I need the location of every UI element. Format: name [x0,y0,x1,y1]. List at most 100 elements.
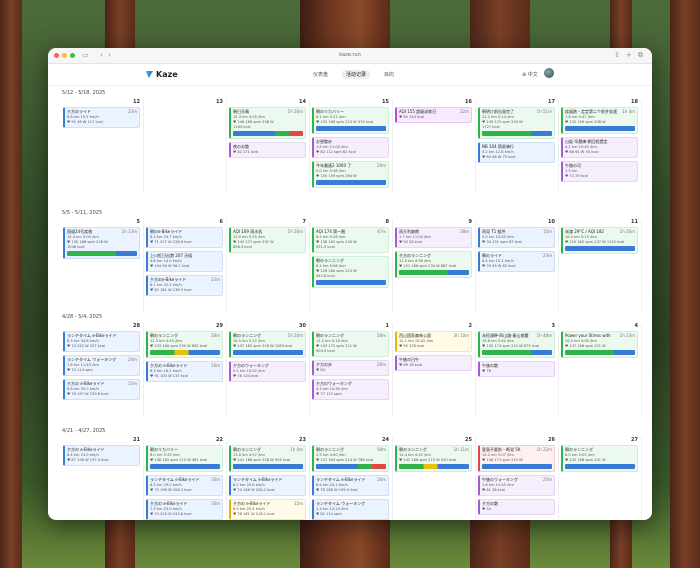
day-cell[interactable]: 17 朝明け前出発完了 1h 51m 21.2 km 5:14 /km ♥ 139 17… [476,99,559,192]
day-cell[interactable]: 12 夕方のライド 23m 8.8 km 15.5 km/h ♥ 91 46 W 117… [61,99,144,192]
activity-card[interactable]: 午後のウォーキング 25m 1.8 km 10:45 /km ♥ 81 38 kcal [478,475,555,496]
activity-card[interactable]: 朝のリカバリー 6.1 km 5:21 /km ♥ 135 166 spm 223 … [312,107,389,134]
nav-activities[interactable]: 活动记录 [342,70,371,79]
day-cell[interactable]: 8 AQI 174 第一階 47m 8.5 km 5:26 /km ♥ 138 162 … [310,219,393,312]
day-cell[interactable]: 25 朝のランニング 1h 11m 14.4 km 4:52 /km ♥ 142 166… [393,437,476,520]
day-cell[interactable]: 18 疾風跑・定定第二个前并务速 1h 4m 7.8 km 5:47 /km ♥ 132… [559,99,642,192]
day-cell[interactable]: 30 朝のランニング 1h 20m 16.5 km 5:12 /km ♥ 147 182… [227,323,310,416]
activity-card[interactable]: 永恒湖畔·四山路·秦山南麓 1h 48m 15.6 km 5:42 /km ♥ 135… [478,331,555,358]
day-cell[interactable]: 27 朝のランニング 6.0 km 5:05 /km ♥ 132 166 spm 24… [559,437,642,520]
activity-card[interactable]: ランチタイム e-Bikeライド 16m 6.3 km 29.0 km/h ♥ 75 … [146,475,223,496]
activity-card[interactable]: 朝のランニング 6.0 km 5:05 /km ♥ 132 166 spm 241 … [561,445,638,472]
activity-card[interactable]: 雨天利爽朗 18m 1.7 km 11:00 /km ♥ 93 26 kcal [395,227,472,248]
activity-card[interactable]: 夕方のe-Bikeライド 23m 6.1 km 22.2 km/h ♥ 82 181 … [146,275,223,296]
activity-card[interactable]: 夕方のウォーキング 4.3 km 10:30 /km ♥ 77 115 spm [312,379,389,400]
day-cell[interactable]: 4 Power your Stress with 1h 23m 16.5 km 5:0… [559,323,642,416]
activity-card[interactable]: 朝のランニング 58m 12.3 km 4:45 /km ♥ 143 166 spm … [146,331,223,358]
heart-rate-zone-strip [233,464,303,469]
day-cell[interactable]: 28 ランチタイム e-Bikeライド 6.3 km 34.6 km/h ♥ 74 2… [61,323,144,416]
day-cell[interactable]: 22 朝のリカバリー 8.0 km 5:33 /km ♥ 138 162 spm 21… [144,437,227,520]
activity-card[interactable]: Power your Stress with 1h 23m 16.5 km 5:05… [561,331,638,358]
activity-card[interactable]: 夕方の e-Bikeライド 6.4 km 23.0 km/h ♥ 87 196 W … [63,445,140,466]
day-cell[interactable]: 7 AQI 109 雨水机 1h 16m 13.0 km 5:55 /km ♥ 144 … [227,219,310,312]
activity-card[interactable]: 朝日天晴 1h 16m 15.3 km 4:55 /km ♥ 146 166 spm … [229,107,306,139]
activity-card[interactable]: 夕方のライド 23m 8.8 km 15.5 km/h ♥ 91 46 W 117 k… [63,107,140,128]
activity-card[interactable]: ランチタイム e-Bikeライド 6.3 km 34.6 km/h ♥ 74 222… [63,331,140,352]
week-days: 21 夕方の e-Bikeライド 6.4 km 23.0 km/h ♥ 87 196 … [48,437,652,520]
day-cell[interactable]: 10 再見 T1 組件 15m 5.0 km 10:43 /km ♥ 94 131 sp… [476,219,559,312]
activity-card[interactable]: AQI 109 雨水机 1h 16m 13.0 km 5:55 /km ♥ 144 1… [229,227,306,253]
day-cell[interactable]: 15 朝のリカバリー 6.1 km 5:21 /km ♥ 135 166 spm 22… [310,99,393,192]
activity-card[interactable]: 朝明け前出発完了 1h 51m 21.2 km 5:14 /km ♥ 139 170 … [478,107,555,139]
day-cell[interactable]: 5 国道24号疾驰 1h 13m 15.4 km 3:04 /km ♥ 130 186 … [61,219,144,312]
activity-card[interactable]: 夕方のウォーキング 5.1 km 10:52 /km ♥ 78 124 kcal [229,361,306,382]
activity-card[interactable]: 西山国家森林公園 3h 10m 12.1 km 15:42 /km ♥ 95 376 … [395,331,472,352]
heart-rate-zone-strip [316,180,386,185]
activity-card[interactable]: 夕方の e-Bikeライド 16m 7.3 km 23.0 km/h ♥ 74 216… [146,499,223,520]
activity-card[interactable]: 午後の河 1.5 km ♥ 72 29 kcal [561,161,638,182]
activity-card[interactable]: 朝のe-Bikeライド 6.3 km 24.7 km/h ♥ 71 227 W 22… [146,227,223,248]
tabs-overview-icon[interactable]: ⧉ [638,51,643,60]
activity-card[interactable]: 朝のランニング 1h 20m 16.5 km 5:12 /km ♥ 147 182 s… [229,331,306,358]
activity-card[interactable]: 今年最速2 1000 了 29m 5.0 km 5:48 /km ♥ 150 159 … [312,161,389,188]
activity-stats: ♥ 76 181 W 218.1 kcal [233,512,275,516]
day-cell[interactable]: 1 朝のランニング 58m 11.2 km 5:18 /km ♥ 143 172 spm… [310,323,393,416]
activity-card[interactable]: 朝のランニング 1h 11m 14.4 km 4:52 /km ♥ 142 166 s… [395,445,472,472]
day-cell[interactable]: 23 朝のランニング 1h 4m 13.0 km 4:57 /km ♥ 141 166 … [227,437,310,520]
activity-card[interactable]: 夕方の散 ♥ 54 [478,499,555,515]
day-cell[interactable]: 11 米渡 29°C / AQI 182 1h 26m 16.5 km 5:15 /k… [559,219,642,312]
activity-card[interactable]: 米渡 29°C / AQI 182 1h 26m 16.5 km 5:15 /km ♥… [561,227,638,254]
activity-card[interactable]: 山坂·早晨練·朝回程提定 4.2 km 15:45 /km ♥ 88 61 W 55… [561,137,638,158]
activity-duration: 58m [211,333,220,338]
activity-card[interactable]: 朝のリカバリー 8.0 km 5:33 /km ♥ 138 162 spm 215 … [146,445,223,472]
activity-card[interactable]: ランチタイム ウォーキング 24m 1.8 km 11:43 /km ♥ 74 113… [63,355,140,376]
activity-card[interactable]: 夕方の e-Bikeライド 15m 8.8 km 35.0 km/h ♥ 76 197… [63,379,140,400]
activity-card[interactable]: 朝のランニング 6.2 km 5:06 /km ♥ 128 160 spm 223 … [312,256,389,288]
day-cell[interactable]: 21 夕方の e-Bikeライド 6.4 km 23.0 km/h ♥ 87 196 … [61,437,144,520]
activity-card[interactable]: AQI 174 第一階 47m 8.5 km 5:26 /km ♥ 138 162 s… [312,227,389,253]
day-cell[interactable]: 9 雨天利爽朗 18m 1.7 km 11:00 /km ♥ 93 26 kcal 夕方の… [393,219,476,312]
activity-card[interactable]: 疾風跑・定定第二个前并务速 1h 4m 7.8 km 5:47 /km ♥ 132 1… [561,107,638,134]
nav-dashboard[interactable]: 仪表盘 [313,71,328,79]
day-cell[interactable]: 29 朝のランニング 58m 12.3 km 4:45 /km ♥ 143 166 sp… [144,323,227,416]
activity-card[interactable]: 朝のランニング 58m 2.5 km 4:50 /km ♥ 137 164 spm 2… [312,445,389,472]
activity-card[interactable]: ランチタイム e-Bikeライド 16m 6.4 km 24.1 km/h ♥ 76 … [312,475,389,496]
activity-card[interactable]: 再見 T1 組件 15m 5.0 km 10:43 /km ♥ 94 131 spm … [478,227,555,248]
day-cell[interactable]: 16 AQI 155 超级训练日 22m ♥ 85 154 kcal [393,99,476,192]
day-cell[interactable]: 26 夏島不要前・断党 5K 1h 22m 14.2 km 5:07 /km ♥ 146… [476,437,559,520]
app-logo[interactable]: Kaze [146,70,178,79]
avatar[interactable] [544,68,554,78]
activity-card[interactable]: NB 104 简易骑行 3.2 km 12.8 km/h ♥ 84 46 W 75 … [478,142,555,163]
activity-card[interactable]: 夜のお散 ♥ 82 171 kcal [229,142,306,158]
nav-goals[interactable]: 目的 [384,71,394,79]
activity-card[interactable]: 午後の日午 ♥ 89 16 kcal [395,355,472,371]
activity-card[interactable]: 夏島不要前・断党 5K 1h 22m 14.2 km 5:07 /km ♥ 146 1… [478,445,555,472]
day-cell[interactable]: 24 朝のランニング 58m 2.5 km 4:50 /km ♥ 137 164 spm… [310,437,393,520]
new-tab-icon[interactable]: + [626,51,632,59]
activity-card[interactable]: 朝のランニング 58m 11.2 km 5:18 /km ♥ 143 172 spm … [312,331,389,357]
activity-card[interactable]: 夕方の e-Bikeライド 16m 6.3 km 16.2 km/h ♥ 91 100… [146,361,223,382]
language-switcher[interactable]: ⊕ 中文 [522,71,538,78]
activity-duration: 16m [211,363,220,368]
address-bar[interactable]: kaze.run [48,52,652,58]
day-cell[interactable]: 14 朝日天晴 1h 16m 15.3 km 4:55 /km ♥ 146 166 sp… [227,99,310,192]
activity-card[interactable]: 朝のランニング 1h 4m 13.0 km 4:57 /km ♥ 141 166 sp… [229,445,306,472]
activity-card[interactable]: 夕方の歩 26m ♥ 84 [312,360,389,376]
activity-card[interactable]: 国道24号疾驰 1h 13m 15.4 km 3:04 /km ♥ 130 186 s… [63,227,140,259]
day-number: 2 [468,323,472,329]
day-cell[interactable]: 2 西山国家森林公園 3h 10m 12.1 km 15:42 /km ♥ 95 376… [393,323,476,416]
activity-card[interactable]: ランチタイム e-Bikeライド 6.2 km 25.6 km/h ♥ 74 168… [229,475,306,496]
day-cell[interactable]: 6 朝のe-Bikeライド 6.3 km 24.7 km/h ♥ 71 227 W 2… [144,219,227,312]
share-icon[interactable]: ⇧ [614,51,620,59]
activity-card[interactable]: ランチタイム ウォーキング 1.3 km 12:24 /km ♥ 82 114 sp… [312,499,389,520]
activity-card[interactable]: お昼散歩 1.6 km 11:00 /km ♥ 82 112 spm 82 kcal [312,137,389,158]
day-cell[interactable]: 3 永恒湖畔·四山路·秦山南麓 1h 48m 15.6 km 5:42 /km ♥ 13… [476,323,559,416]
activity-card[interactable]: AQI 155 超级训练日 22m ♥ 85 154 kcal [395,107,472,123]
activity-card[interactable]: 朝のライド 23m 6.4 km 15.1 km/h ♥ 93 45 W 62 kca… [478,251,555,272]
day-cell[interactable]: 13 [144,99,227,192]
heart-rate-zone-strip [399,464,469,469]
activity-card[interactable]: 午後の散 ♥ 76 [478,361,555,377]
activity-card[interactable]: 上川紅日出港 207 天候 4.8 km 14.0 km/h ♥ 104 90 W … [146,251,223,272]
activity-card[interactable]: 夕方のランニング 11.0 km 4:56 /km ♥ 151 186 spm 23… [395,251,472,278]
activity-card[interactable]: 夕方の e-Bikeライド 15m 6.9 km 25.4 km/h ♥ 76 181… [229,499,306,520]
